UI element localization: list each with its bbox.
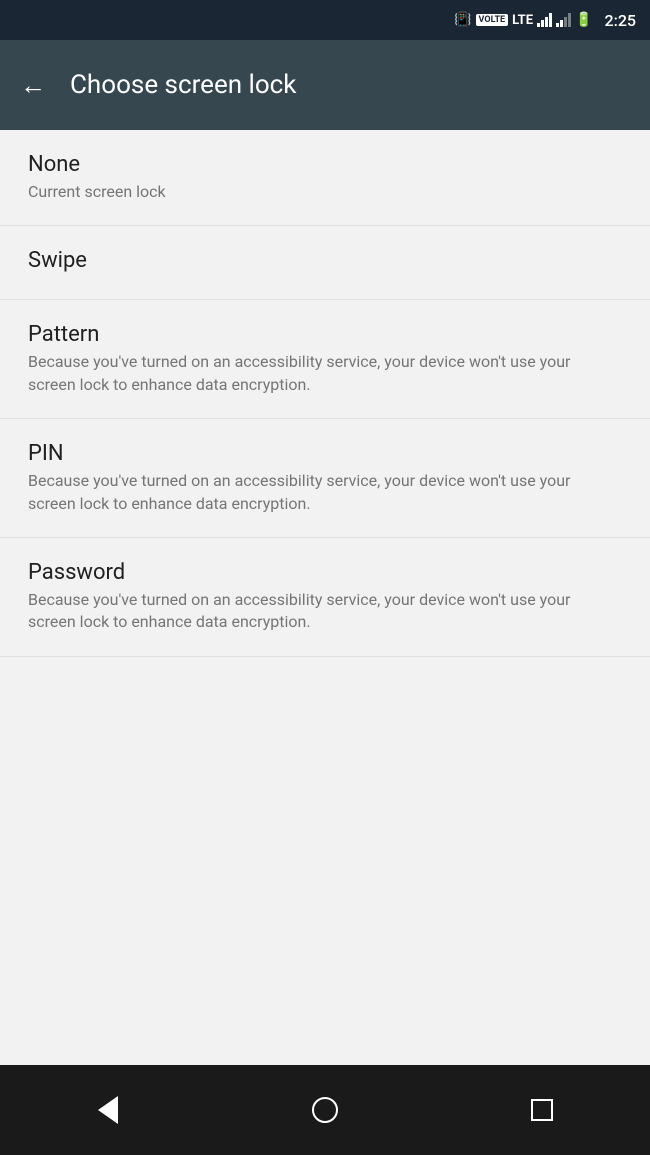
signal-icon-2 (556, 13, 571, 27)
lte-icon: LTE (512, 13, 533, 28)
navigation-bar (0, 1065, 650, 1155)
back-arrow-icon: ← (20, 70, 46, 100)
nav-home-button[interactable] (295, 1085, 355, 1135)
item-title-none: None (28, 152, 622, 177)
list-item-none[interactable]: None Current screen lock (0, 130, 650, 226)
nav-home-icon (312, 1097, 338, 1123)
item-subtitle-password: Because you've turned on an accessibilit… (28, 589, 622, 634)
list-item-swipe[interactable]: Swipe (0, 226, 650, 300)
item-subtitle-pattern: Because you've turned on an accessibilit… (28, 351, 622, 396)
item-subtitle-pin: Because you've turned on an accessibilit… (28, 470, 622, 515)
battery-icon: 🔋 (575, 12, 592, 28)
app-bar-title: Choose screen lock (70, 70, 296, 100)
nav-recents-icon (531, 1099, 553, 1121)
app-bar: ← Choose screen lock (0, 40, 650, 130)
list-item-password[interactable]: Password Because you've turned on an acc… (0, 538, 650, 657)
nav-recents-button[interactable] (512, 1085, 572, 1135)
item-title-pin: PIN (28, 441, 622, 466)
status-icons: 📳 VOLTE LTE 🔋 2:25 (454, 11, 636, 30)
nav-back-button[interactable] (78, 1085, 138, 1135)
item-title-password: Password (28, 560, 622, 585)
signal-icon-1 (537, 13, 552, 27)
item-title-pattern: Pattern (28, 322, 622, 347)
status-time: 2:25 (605, 11, 637, 30)
content-area: None Current screen lock Swipe Pattern B… (0, 130, 650, 1065)
item-subtitle-none: Current screen lock (28, 181, 622, 203)
volte-badge: VOLTE (476, 14, 509, 26)
item-title-swipe: Swipe (28, 248, 622, 273)
back-button[interactable]: ← (20, 72, 46, 98)
list-item-pattern[interactable]: Pattern Because you've turned on an acce… (0, 300, 650, 419)
nav-back-icon (98, 1096, 118, 1124)
status-bar: 📳 VOLTE LTE 🔋 2:25 (0, 0, 650, 40)
list-item-pin[interactable]: PIN Because you've turned on an accessib… (0, 419, 650, 538)
vibrate-icon: 📳 (454, 12, 471, 28)
